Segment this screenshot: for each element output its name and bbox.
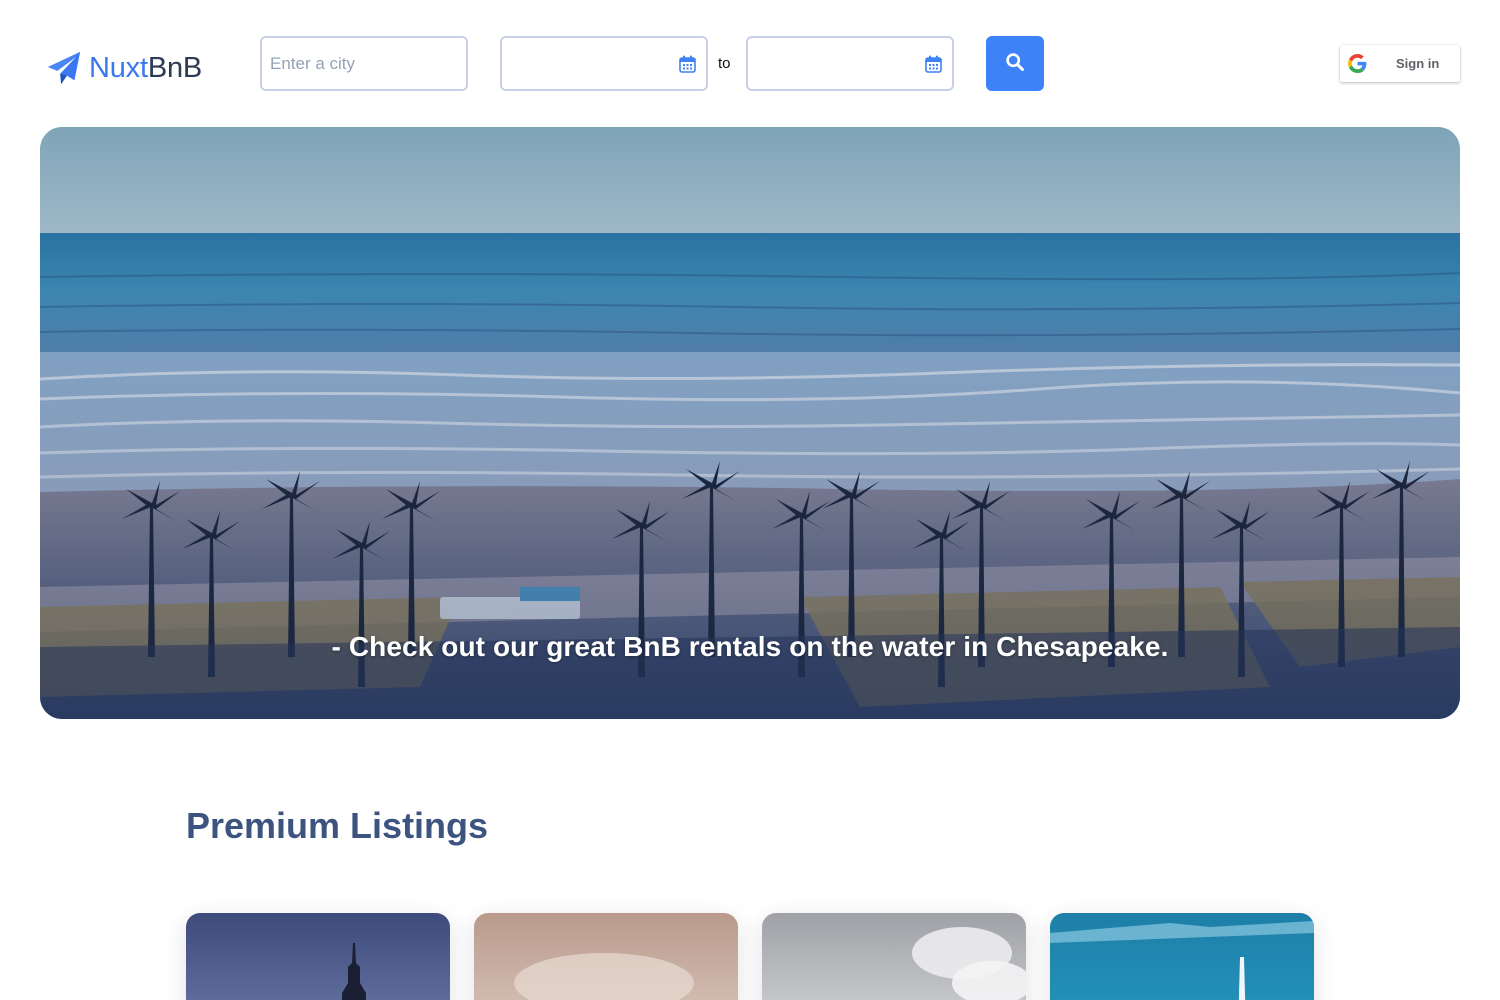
brand-logo[interactable]: NuxtBnB: [45, 47, 202, 89]
checkout-date-input[interactable]: [756, 38, 944, 89]
listing-image: [1050, 913, 1314, 1000]
listing-card[interactable]: [1050, 913, 1314, 1000]
listing-card[interactable]: [186, 913, 450, 1000]
brand-name-part2: BnB: [147, 51, 203, 84]
hero-caption: - Check out our great BnB rentals on the…: [331, 631, 1169, 662]
listing-cards: [186, 913, 1314, 1000]
search-button[interactable]: [986, 36, 1044, 91]
checkout-field: [746, 36, 954, 91]
site-header: NuxtBnB to: [0, 0, 1500, 127]
hero-banner: - Check out our great BnB rentals on the…: [40, 127, 1460, 719]
brand-name-part1: Nuxt: [89, 51, 148, 84]
brand-name: NuxtBnB: [89, 51, 203, 84]
city-field: [260, 36, 468, 91]
checkin-field: [500, 36, 708, 91]
premium-listings-heading: Premium Listings: [186, 805, 489, 846]
calendar-icon[interactable]: [679, 55, 696, 73]
search-icon: [1005, 52, 1025, 75]
date-range-separator: to: [718, 55, 731, 72]
checkin-date-input[interactable]: [510, 38, 698, 89]
listing-image: [186, 913, 450, 1000]
calendar-icon[interactable]: [925, 55, 942, 73]
listing-image: [474, 913, 738, 1000]
google-sign-in-button[interactable]: Sign in: [1340, 45, 1460, 82]
listing-card[interactable]: [474, 913, 738, 1000]
google-sign-in-label: Sign in: [1396, 56, 1440, 71]
listing-card[interactable]: [762, 913, 1026, 1000]
logo-plane-icon: [45, 49, 83, 87]
city-input[interactable]: [270, 38, 458, 89]
listing-image: [762, 913, 1026, 1000]
